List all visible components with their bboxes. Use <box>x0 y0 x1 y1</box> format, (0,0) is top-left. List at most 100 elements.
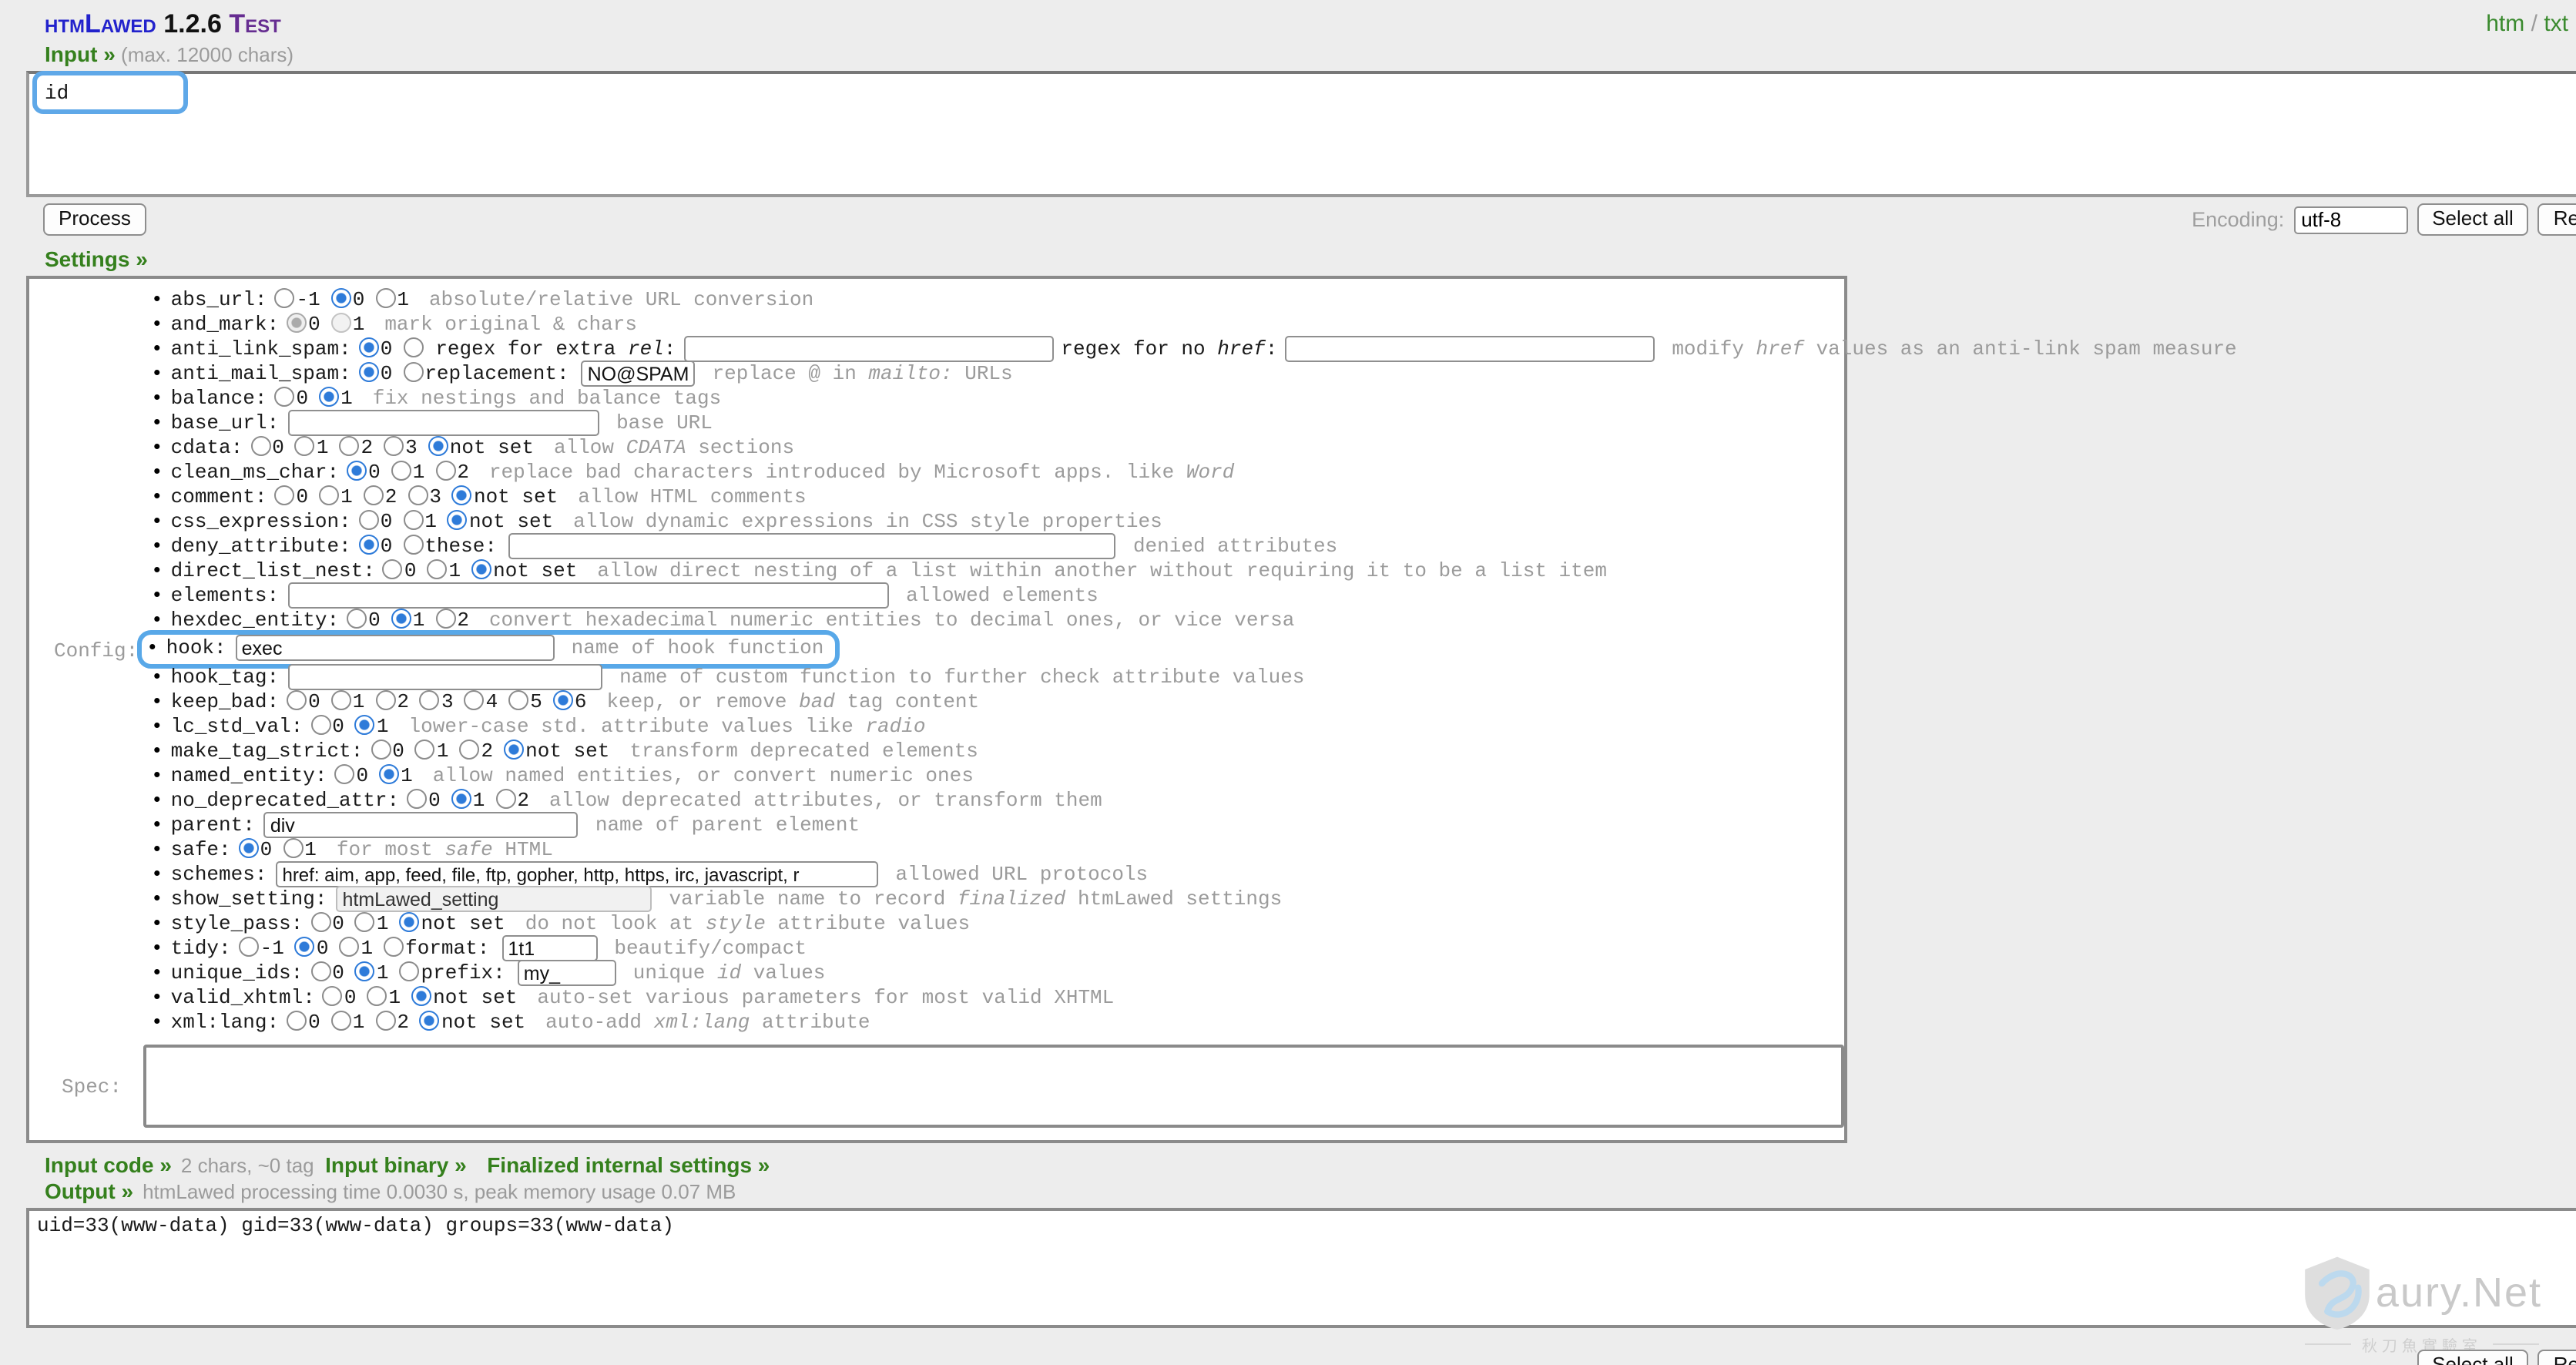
input-anti_link_spam-3[interactable] <box>683 336 1053 362</box>
radio-keep_bad-3[interactable]: 3 <box>420 690 454 713</box>
radio-and_mark-1[interactable]: 1 <box>331 313 365 336</box>
txt-link[interactable]: txt <box>2544 11 2568 37</box>
radio-cdata-not_set[interactable]: not set <box>428 436 534 459</box>
radio-abs_url--1[interactable]: -1 <box>274 288 320 311</box>
output-link[interactable]: Output » <box>45 1179 133 1203</box>
input-deny_attribute-2[interactable] <box>509 533 1116 559</box>
radio-no_deprecated_attr-2[interactable]: 2 <box>495 789 529 812</box>
radio-direct_list_nest-1[interactable]: 1 <box>428 559 461 582</box>
render-button[interactable]: Render <box>2538 203 2576 236</box>
radio-valid_xhtml-0[interactable]: 0 <box>323 986 357 1009</box>
radio-lc_std_val-1[interactable]: 1 <box>355 715 389 738</box>
input-anti_mail_spam-2[interactable] <box>582 361 696 387</box>
radio-safe-1[interactable]: 1 <box>283 838 317 861</box>
radio-and_mark-0[interactable]: 0 <box>287 313 320 336</box>
input-textarea[interactable] <box>26 71 2576 197</box>
radio-clean_ms_char-0[interactable]: 0 <box>347 461 381 484</box>
radio-tidy--1[interactable]: -1 <box>239 937 284 960</box>
radio-style_pass-0[interactable]: 0 <box>310 912 344 935</box>
input-unique_ids-3[interactable] <box>518 960 616 986</box>
radio-keep_bad-0[interactable]: 0 <box>287 690 320 713</box>
spec-textarea[interactable] <box>143 1045 1844 1128</box>
radio-deny_attribute-0[interactable]: 0 <box>359 535 393 558</box>
radio-tidy-format_[interactable]: format: <box>384 937 489 960</box>
radio-anti_link_spam-blank[interactable] <box>403 337 424 361</box>
radio-make_tag_strict-not_set[interactable]: not set <box>504 740 609 763</box>
radio-make_tag_strict-1[interactable]: 1 <box>415 740 449 763</box>
radio-style_pass-not_set[interactable]: not set <box>400 912 505 935</box>
radio-cdata-3[interactable]: 3 <box>384 436 418 459</box>
radio-valid_xhtml-1[interactable]: 1 <box>367 986 401 1009</box>
radio-keep_bad-2[interactable]: 2 <box>375 690 409 713</box>
radio-anti_mail_spam-replacement_[interactable]: replacement: <box>403 362 569 385</box>
radio-xml_lang-not_set[interactable]: not set <box>420 1011 525 1034</box>
input-elements-0[interactable] <box>288 582 889 609</box>
settings-link[interactable]: Settings » <box>45 247 148 271</box>
radio-xml_lang-2[interactable]: 2 <box>375 1011 409 1034</box>
input-schemes-0[interactable] <box>276 861 878 887</box>
radio-deny_attribute-these_[interactable]: these: <box>403 535 497 558</box>
radio-balance-1[interactable]: 1 <box>319 387 353 410</box>
htm-link[interactable]: htm <box>2486 11 2524 37</box>
input-base_url-0[interactable] <box>288 410 599 436</box>
radio-css_expression-not_set[interactable]: not set <box>448 510 553 533</box>
input-anti_link_spam-5[interactable] <box>1285 336 1655 362</box>
radio-keep_bad-1[interactable]: 1 <box>331 690 365 713</box>
radio-abs_url-1[interactable]: 1 <box>375 288 409 311</box>
radio-anti_mail_spam-0[interactable]: 0 <box>359 362 393 385</box>
input-code-link[interactable]: Input code » <box>45 1152 172 1177</box>
radio-xml_lang-0[interactable]: 0 <box>287 1011 320 1034</box>
radio-xml_lang-1[interactable]: 1 <box>331 1011 365 1034</box>
output-textarea[interactable]: uid=33(www-data) gid=33(www-data) groups… <box>26 1208 2576 1328</box>
radio-hexdec_entity-1[interactable]: 1 <box>391 609 425 632</box>
radio-safe-0[interactable]: 0 <box>239 838 273 861</box>
radio-hexdec_entity-2[interactable]: 2 <box>435 609 469 632</box>
radio-keep_bad-4[interactable]: 4 <box>465 690 498 713</box>
radio-hexdec_entity-0[interactable]: 0 <box>347 609 381 632</box>
radio-no_deprecated_attr-1[interactable]: 1 <box>451 789 485 812</box>
radio-keep_bad-5[interactable]: 5 <box>508 690 542 713</box>
radio-anti_link_spam-0[interactable]: 0 <box>359 337 393 361</box>
radio-tidy-1[interactable]: 1 <box>340 937 374 960</box>
radio-comment-not_set[interactable]: not set <box>452 485 558 508</box>
radio-make_tag_strict-0[interactable]: 0 <box>371 740 404 763</box>
output-select-all-button[interactable]: Select all <box>2417 1350 2529 1365</box>
radio-css_expression-0[interactable]: 0 <box>359 510 393 533</box>
radio-style_pass-1[interactable]: 1 <box>355 912 389 935</box>
radio-named_entity-1[interactable]: 1 <box>379 764 413 787</box>
input-link[interactable]: Input » <box>45 42 116 66</box>
radio-comment-3[interactable]: 3 <box>408 485 441 508</box>
radio-clean_ms_char-1[interactable]: 1 <box>391 461 425 484</box>
input-hook-0[interactable] <box>236 635 555 661</box>
radio-unique_ids-0[interactable]: 0 <box>310 961 344 984</box>
radio-keep_bad-6[interactable]: 6 <box>553 690 587 713</box>
radio-cdata-1[interactable]: 1 <box>295 436 329 459</box>
radio-tidy-0[interactable]: 0 <box>295 937 329 960</box>
process-button[interactable]: Process <box>43 203 146 236</box>
input-parent-0[interactable] <box>264 812 579 838</box>
radio-balance-0[interactable]: 0 <box>274 387 308 410</box>
radio-cdata-2[interactable]: 2 <box>340 436 374 459</box>
radio-valid_xhtml-not_set[interactable]: not set <box>411 986 517 1009</box>
radio-unique_ids-prefix_[interactable]: prefix: <box>400 961 505 984</box>
radio-named_entity-0[interactable]: 0 <box>334 764 368 787</box>
input-binary-link[interactable]: Input binary » <box>325 1152 467 1177</box>
input-tidy-4[interactable] <box>501 935 597 961</box>
radio-no_deprecated_attr-0[interactable]: 0 <box>407 789 441 812</box>
input-show_setting-0[interactable] <box>336 886 652 912</box>
radio-comment-1[interactable]: 1 <box>319 485 353 508</box>
finalized-settings-link[interactable]: Finalized internal settings » <box>487 1152 770 1177</box>
select-all-button[interactable]: Select all <box>2417 203 2529 236</box>
radio-make_tag_strict-2[interactable]: 2 <box>460 740 494 763</box>
radio-comment-0[interactable]: 0 <box>274 485 308 508</box>
radio-comment-2[interactable]: 2 <box>364 485 397 508</box>
radio-clean_ms_char-2[interactable]: 2 <box>435 461 469 484</box>
encoding-input[interactable] <box>2293 206 2407 233</box>
radio-unique_ids-1[interactable]: 1 <box>355 961 389 984</box>
input-field-focused[interactable] <box>32 71 188 114</box>
radio-cdata-0[interactable]: 0 <box>250 436 284 459</box>
radio-direct_list_nest-not_set[interactable]: not set <box>471 559 577 582</box>
output-render-button[interactable]: Render <box>2538 1350 2576 1365</box>
input-hook_tag-0[interactable] <box>288 664 602 690</box>
radio-lc_std_val-0[interactable]: 0 <box>310 715 344 738</box>
